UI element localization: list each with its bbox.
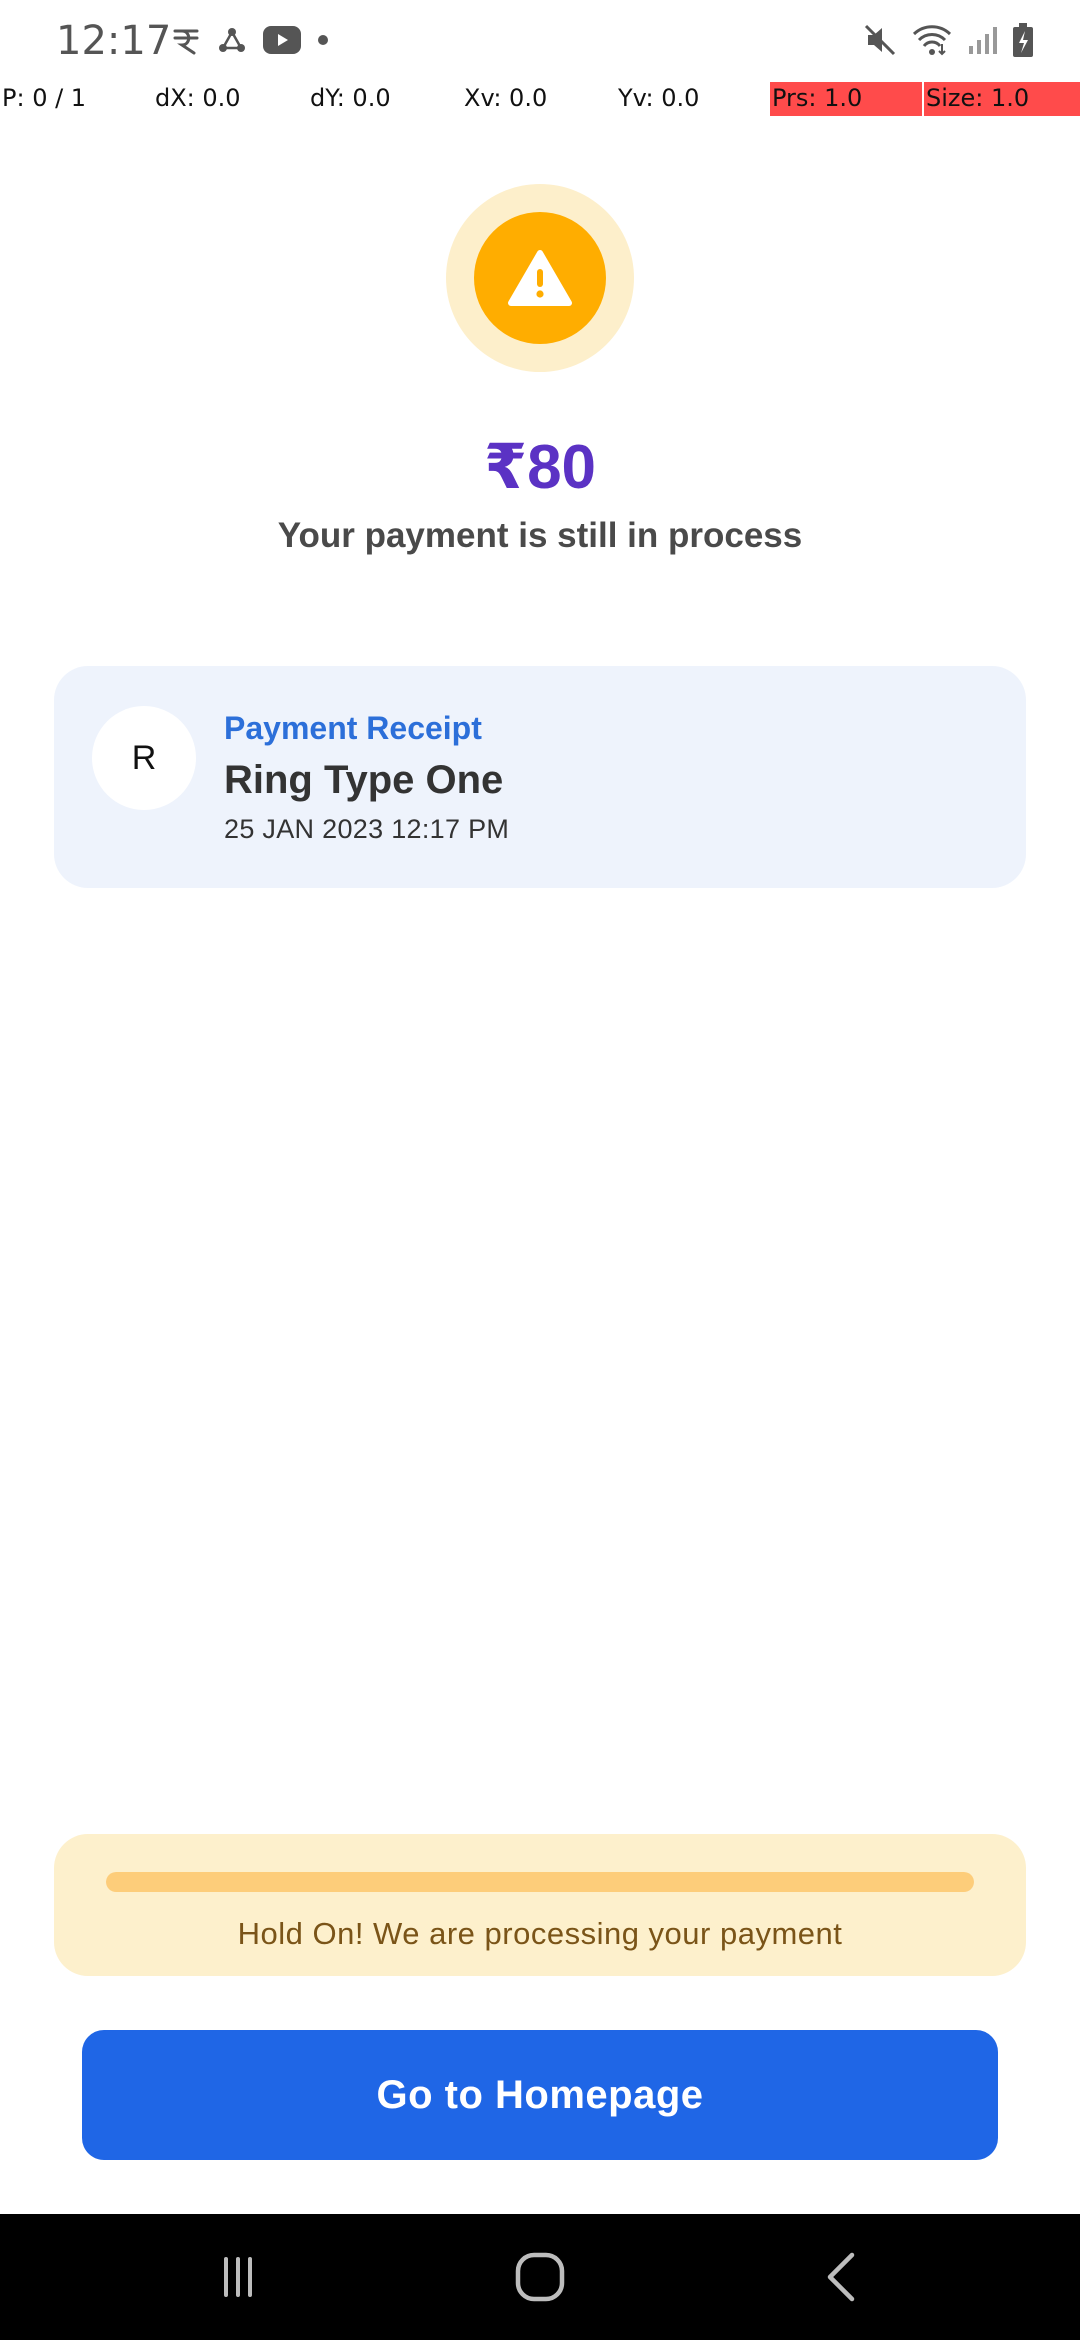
pointer-yv: Yv: 0.0 (618, 84, 700, 112)
recent-apps-icon[interactable] (138, 2214, 338, 2340)
progress-bar-fill (106, 1872, 974, 1892)
payment-status-message: Your payment is still in process (277, 516, 803, 555)
pointer-size: Size: 1.0 (924, 82, 1080, 116)
home-icon[interactable] (440, 2214, 640, 2340)
receipt-label: Payment Receipt (224, 710, 482, 746)
mute-icon (862, 22, 898, 58)
warning-icon (474, 212, 606, 344)
warning-badge (446, 184, 634, 372)
avatar: R (92, 706, 196, 810)
processing-banner: Hold On! We are processing your payment (54, 1834, 1026, 1976)
wifi-icon (912, 22, 952, 58)
payment-amount: ₹80 (483, 433, 597, 502)
battery-charging-icon (1012, 22, 1034, 58)
signal-icon (966, 24, 998, 56)
youtube-icon (262, 25, 302, 55)
pointer-dx: dX: 0.0 (155, 84, 241, 112)
dot-icon (316, 33, 330, 47)
pointer-location-bar: P: 0 / 1 dX: 0.0 dY: 0.0 Xv: 0.0 Yv: 0.0… (0, 82, 1080, 116)
receipt-card: R Payment Receipt Ring Type One 25 JAN 2… (54, 666, 1026, 888)
receipt-date: 25 JAN 2023 12:17 PM (224, 814, 510, 844)
pointer-dy: dY: 0.0 (310, 84, 391, 112)
go-to-homepage-button[interactable]: Go to Homepage (82, 2030, 998, 2160)
processing-message: Hold On! We are processing your payment (237, 1916, 843, 1951)
status-bar: 12:17 (0, 0, 1080, 84)
status-time: 12:17 (56, 18, 172, 64)
pointer-pressure: Prs: 1.0 (770, 82, 922, 116)
navigation-bar (0, 2214, 1080, 2340)
back-icon[interactable] (742, 2214, 942, 2340)
receipt-payee-name: Ring Type One (224, 758, 504, 802)
progress-bar (106, 1872, 974, 1892)
pointer-count: P: 0 / 1 (2, 84, 87, 112)
rupee-app-icon (170, 24, 202, 56)
status-left-icons (170, 24, 330, 56)
share-node-icon (216, 24, 248, 56)
status-right-icons (862, 22, 1034, 58)
pointer-xv: Xv: 0.0 (464, 84, 548, 112)
